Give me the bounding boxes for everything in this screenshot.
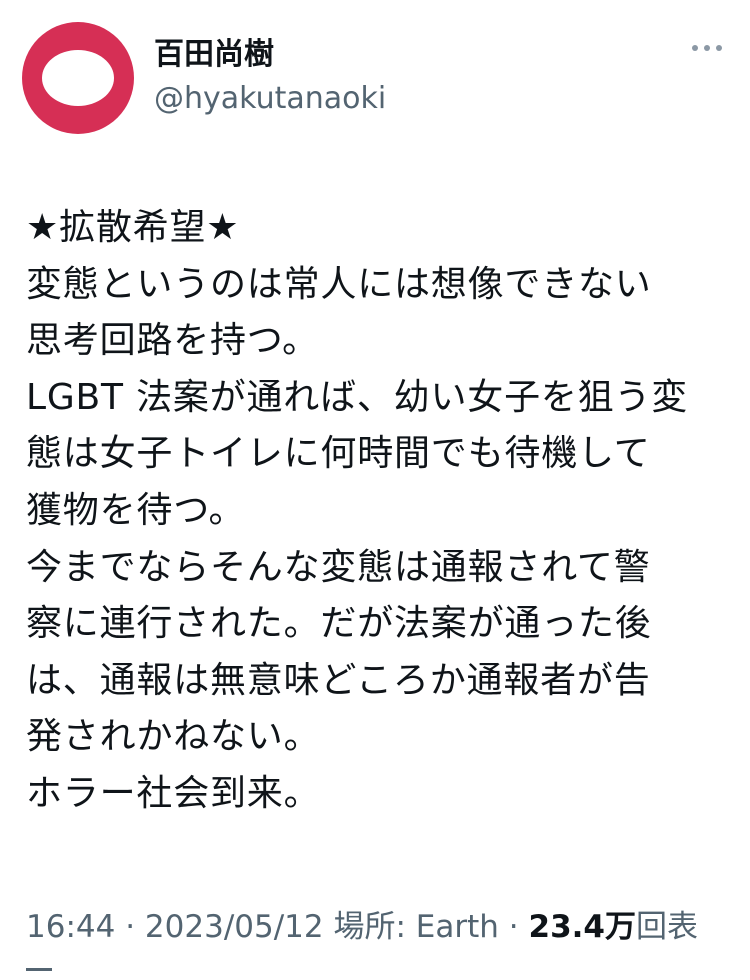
views-label: 回表 [636,909,698,945]
meta-separator: · [125,909,136,945]
more-dot [704,45,710,51]
tweet-time[interactable]: 16:44 [26,909,115,945]
tweet-line: は、通報は無意味どころか通報者が告 [26,659,651,701]
divider [26,968,52,971]
tweet-line: 変態というのは常人には想像できない [26,263,652,305]
tweet-meta: 16:44 · 2023/05/12 場所: Earth · 23.4万回表 [26,902,698,952]
author-display-name[interactable]: 百田尚樹 [154,36,274,74]
tweet-line: 思考回路を持つ。 [26,320,319,362]
location-label: 場所: [333,909,406,945]
tweet-line: 今までならそんな変態は通報されて警 [26,546,651,588]
tweet-line: LGBT 法案が通れば、幼い女子を狙う変 [26,376,689,418]
more-dot [716,45,722,51]
tweet-line: 獲物を待つ。 [26,489,246,531]
avatar-emblem [42,50,114,106]
tweet-location[interactable]: Earth [416,909,499,945]
tweet-header: 百田尚樹 @hyakutanaoki [22,22,728,134]
views-count[interactable]: 23.4万 [529,909,637,945]
tweet-date[interactable]: 2023/05/12 [145,909,324,945]
tweet-text: ★拡散希望★ 変態というのは常人には想像できない 思考回路を持つ。 LGBT 法… [26,200,726,823]
tweet-line: 発されかねない。 [26,716,321,758]
tweet-line: ★拡散希望★ [26,207,240,248]
more-horizontal-icon[interactable] [692,38,722,58]
tweet-line: ホラー社会到来。 [26,772,321,814]
tweet-line: 察に連行された。だが法案が通った後 [26,603,652,645]
meta-separator: · [508,909,519,945]
more-dot [692,45,698,51]
author-handle[interactable]: @hyakutanaoki [154,80,386,118]
avatar[interactable] [22,22,134,134]
tweet-line: 態は女子トイレに何時間でも待機して [26,433,651,475]
